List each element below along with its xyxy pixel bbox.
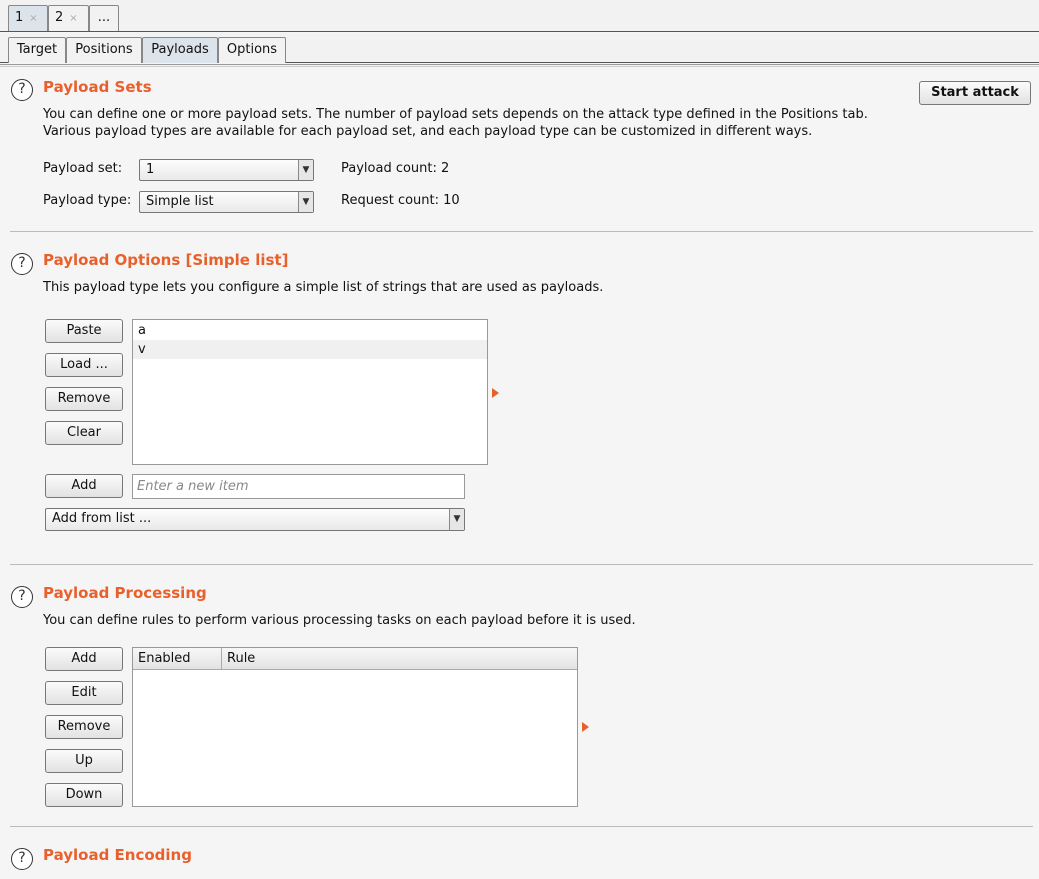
payload-processing-title: Payload Processing <box>43 584 207 602</box>
chevron-down-icon[interactable]: ▼ <box>298 192 313 212</box>
section-divider <box>10 231 1033 232</box>
payload-sets-title: Payload Sets <box>43 78 152 96</box>
payload-options-desc: This payload type lets you configure a s… <box>43 280 604 295</box>
section-divider <box>10 826 1033 827</box>
request-count: Request count: 10 <box>341 193 460 209</box>
close-icon[interactable]: × <box>29 13 37 24</box>
payload-sets-desc-2: Various payload types are available for … <box>43 124 813 139</box>
attack-tab-2[interactable]: 2 × <box>48 5 89 31</box>
load-button[interactable]: Load ... <box>45 353 123 377</box>
help-icon[interactable]: ? <box>11 848 33 870</box>
payload-list[interactable]: a v <box>132 319 488 465</box>
request-count-value: 10 <box>443 193 460 208</box>
payload-type-value: Simple list <box>146 194 214 209</box>
paste-button[interactable]: Paste <box>45 319 123 343</box>
section-tab-strip: Target Positions Payloads Options <box>0 33 1039 63</box>
add-item-button[interactable]: Add <box>45 474 123 498</box>
remove-rule-button[interactable]: Remove <box>45 715 123 739</box>
attack-tab-strip: 1 × 2 × ... <box>0 0 1039 32</box>
attack-tab-label: ... <box>97 10 111 25</box>
column-header-enabled[interactable]: Enabled <box>133 648 222 669</box>
payload-processing-desc: You can define rules to perform various … <box>43 613 636 628</box>
section-divider <box>10 564 1033 565</box>
tab-target[interactable]: Target <box>8 37 66 63</box>
help-icon[interactable]: ? <box>11 586 33 608</box>
chevron-down-icon[interactable]: ▼ <box>298 160 313 180</box>
payload-set-value: 1 <box>146 162 155 177</box>
up-rule-button[interactable]: Up <box>45 749 123 773</box>
add-rule-button[interactable]: Add <box>45 647 123 671</box>
attack-tab-more[interactable]: ... <box>89 5 119 31</box>
tab-payloads[interactable]: Payloads <box>142 37 218 63</box>
payload-encoding-title: Payload Encoding <box>43 846 192 864</box>
payload-type-select[interactable]: Simple list ▼ <box>139 191 314 213</box>
payload-options-title: Payload Options [Simple list] <box>43 251 289 269</box>
request-count-label: Request count: <box>341 193 439 208</box>
help-icon[interactable]: ? <box>11 253 33 275</box>
payload-count-label: Payload count: <box>341 161 437 176</box>
start-attack-button[interactable]: Start attack <box>919 81 1031 105</box>
table-header: Enabled Rule <box>133 648 577 670</box>
expand-arrow-icon[interactable] <box>582 722 589 732</box>
payload-set-label: Payload set: <box>43 161 123 176</box>
clear-button[interactable]: Clear <box>45 421 123 445</box>
down-rule-button[interactable]: Down <box>45 783 123 807</box>
close-icon[interactable]: × <box>69 13 77 24</box>
payload-set-select[interactable]: 1 ▼ <box>139 159 314 181</box>
attack-tab-label: 2 <box>55 10 64 25</box>
attack-tab-label: 1 <box>15 10 24 25</box>
tab-options[interactable]: Options <box>218 37 286 63</box>
help-icon[interactable]: ? <box>11 79 33 101</box>
processing-rules-table[interactable]: Enabled Rule <box>132 647 578 807</box>
payload-sets-desc-1: You can define one or more payload sets.… <box>43 107 868 122</box>
remove-button[interactable]: Remove <box>45 387 123 411</box>
list-item[interactable]: a <box>133 321 487 340</box>
list-item[interactable]: v <box>133 340 487 359</box>
attack-tab-1[interactable]: 1 × <box>8 5 48 31</box>
chevron-down-icon[interactable]: ▼ <box>449 509 464 530</box>
payload-count-value: 2 <box>441 161 450 176</box>
payload-type-label: Payload type: <box>43 193 132 208</box>
new-item-input[interactable] <box>132 474 465 499</box>
column-header-rule[interactable]: Rule <box>222 648 577 669</box>
tab-positions[interactable]: Positions <box>66 37 142 63</box>
add-from-list-value: Add from list ... <box>52 511 152 526</box>
payload-count: Payload count: 2 <box>341 161 449 177</box>
add-from-list-select[interactable]: Add from list ... ▼ <box>45 508 465 531</box>
content-top-border <box>0 64 1039 67</box>
edit-rule-button[interactable]: Edit <box>45 681 123 705</box>
expand-arrow-icon[interactable] <box>492 388 499 398</box>
